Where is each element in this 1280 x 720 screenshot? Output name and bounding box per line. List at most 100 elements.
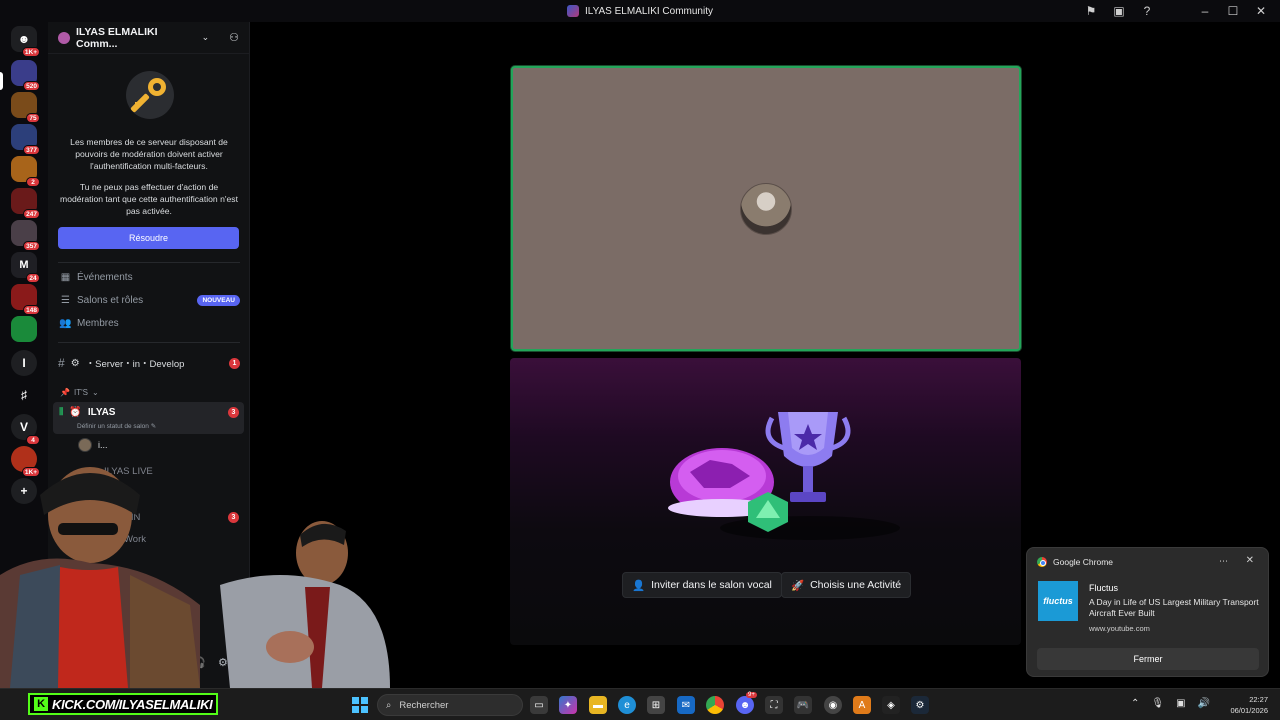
unread-badge: 2 — [26, 177, 40, 187]
system-tray: ⌃ 🎙 ▣ 🔊 — [1131, 698, 1210, 709]
server-icon-10[interactable]: I — [11, 350, 37, 376]
members-item[interactable]: 👥 Membres — [59, 318, 240, 329]
clock[interactable]: 22:27 06/01/2026 — [1230, 694, 1268, 716]
divider — [58, 342, 240, 343]
notification-body: A Day in Life of US Largest Military Tra… — [1089, 597, 1259, 618]
inbox-icon[interactable]: ⛶ — [765, 696, 783, 714]
events-item[interactable]: ▦ Événements — [60, 272, 240, 283]
guild-icon — [58, 31, 70, 44]
pin-icon: 📌 — [60, 388, 70, 397]
rocket-icon: 🚀 — [791, 579, 805, 592]
server-icon-9[interactable] — [11, 316, 37, 342]
hash-icon: # — [58, 356, 65, 370]
server-icon-3[interactable]: 377 — [11, 124, 40, 155]
unread-badge: 377 — [23, 145, 40, 155]
divider — [58, 262, 240, 263]
mail-icon[interactable]: ✉ — [677, 696, 695, 714]
server-icon-8[interactable]: 148 — [11, 284, 40, 315]
search-box[interactable]: ⌕ Rechercher — [377, 694, 523, 716]
microphone-tray-icon[interactable]: 🎙 — [1151, 698, 1164, 709]
notification-title: Fluctus — [1089, 583, 1119, 593]
chrome-notification[interactable]: Google Chrome ⋯ ✕ fluctus Fluctus A Day … — [1026, 547, 1269, 677]
server-icon — [566, 5, 579, 17]
unread-badge: 4 — [26, 435, 40, 445]
copilot-icon[interactable]: ✦ — [559, 696, 577, 714]
server-icon-12[interactable]: V4 — [11, 414, 40, 445]
close-icon[interactable]: ✕ — [1246, 555, 1254, 566]
direct-messages-button[interactable]: ☻ 1K+ — [11, 26, 40, 57]
unread-badge: 357 — [23, 241, 40, 251]
screen-icon[interactable]: ▣ — [1112, 4, 1126, 18]
voice-channel-active[interactable]: ⦀ ⏰ ILYAS 3 Définir un statut de salon ✎ — [53, 402, 244, 434]
server-icon-5[interactable]: 247 — [11, 188, 40, 219]
guild-name: ILYAS ELMALIKI Comm... — [76, 25, 158, 50]
channels-roles-item[interactable]: ☰ Salons et rôles NOUVEAU — [60, 295, 240, 306]
chevron-down-icon: ⌄ — [91, 388, 99, 397]
participant-tile[interactable] — [511, 66, 1021, 351]
epic-icon[interactable]: ◈ — [882, 696, 900, 714]
resolve-button[interactable]: Résoudre — [58, 227, 239, 249]
chevron-down-icon[interactable]: ⌄ — [202, 32, 210, 43]
server-icon-4[interactable]: 2 — [11, 156, 40, 187]
minimize-icon[interactable]: – — [1198, 4, 1212, 18]
close-notification-button[interactable]: Fermer — [1037, 648, 1259, 670]
chrome-taskbar-icon[interactable] — [706, 696, 724, 714]
start-button[interactable] — [352, 697, 368, 713]
edge-icon[interactable]: e — [618, 696, 636, 714]
avatar — [78, 438, 92, 452]
kick-overlay: K KICK.COM/ILYASELMALIKI — [28, 693, 219, 715]
discord-badge: 9+ — [746, 692, 757, 698]
channel-status[interactable]: Définir un statut de salon ✎ — [77, 422, 156, 430]
new-badge: NOUVEAU — [197, 295, 240, 306]
app-a-icon[interactable]: A — [853, 696, 871, 714]
add-person-icon: 👤 — [632, 579, 646, 592]
title-bar: ILYAS ELMALIKI Community ⚑ ▣ ? – ☐ ✕ — [0, 0, 1280, 22]
chevron-up-icon[interactable]: ⌃ — [1131, 698, 1139, 709]
mention-badge: 3 — [228, 407, 239, 418]
file-explorer-icon[interactable]: ▬ — [589, 696, 607, 714]
obs-icon[interactable]: ◉ — [824, 696, 842, 714]
list-icon: ☰ — [61, 295, 70, 306]
server-icon-7[interactable]: M 24 — [11, 252, 40, 283]
speaker-icon: ⦀ — [59, 407, 64, 418]
unread-badge: 148 — [23, 305, 40, 315]
video-thumbnail: fluctus — [1038, 581, 1078, 621]
store-icon[interactable]: ⊞ — [647, 696, 665, 714]
windows-taskbar: K KICK.COM/ILYASELMALIKI ⌕ Rechercher ▭ … — [0, 688, 1280, 720]
channel-server-develop[interactable]: # ⚙ ・Server・in・Develop 1 — [58, 356, 240, 370]
server-icon-11[interactable]: ♯ — [11, 382, 37, 408]
choose-activity-button[interactable]: 🚀 Choisis une Activité — [781, 572, 912, 598]
network-icon[interactable]: ▣ — [1176, 698, 1185, 709]
mfa-notice-text: Les membres de ce serveur disposant de p… — [70, 137, 228, 171]
more-options-icon[interactable]: ⋯ — [1219, 556, 1228, 567]
category-header[interactable]: 📌 IT'S ⌄ — [60, 388, 99, 397]
close-icon[interactable]: ✕ — [1254, 4, 1268, 18]
members-icon: 👥 — [59, 318, 72, 329]
server-icon-6[interactable]: 357 — [11, 220, 40, 251]
unread-badge: 24 — [26, 273, 40, 283]
help-icon[interactable]: ? — [1140, 4, 1154, 18]
game-controller-icon[interactable]: 🎮 — [794, 696, 812, 714]
task-view-icon[interactable]: ▭ — [530, 696, 548, 714]
gear-icon: ⚙ — [70, 357, 80, 369]
webcam-overlay — [0, 467, 390, 688]
voice-user[interactable]: i... — [78, 438, 108, 452]
invite-voice-button[interactable]: 👤 Inviter dans le salon vocal — [622, 572, 782, 598]
guild-header[interactable]: ILYAS ELMALIKI Comm... ⌄ ⚇ — [48, 22, 249, 54]
invite-people-icon[interactable]: ⚇ — [229, 31, 239, 44]
mfa-notice-text-2: Tu ne peux pas effectuer d'action de mod… — [60, 182, 238, 216]
unread-badge: 75 — [26, 113, 40, 123]
inbox-flag-icon[interactable]: ⚑ — [1084, 4, 1098, 18]
activity-tile: 👤 Inviter dans le salon vocal 🚀 Choisis … — [510, 358, 1021, 645]
calendar-icon: ▦ — [60, 272, 71, 283]
steam-icon[interactable]: ⚙ — [911, 696, 929, 714]
key-icon — [126, 71, 174, 119]
server-icon-2[interactable]: 75 — [11, 92, 40, 123]
discord-taskbar-icon[interactable]: ☻ — [736, 696, 754, 714]
maximize-icon[interactable]: ☐ — [1226, 4, 1240, 18]
unread-badge: 1K+ — [21, 47, 40, 57]
selected-pill — [0, 72, 3, 90]
server-icon-1[interactable]: 520 — [11, 60, 40, 91]
volume-icon[interactable]: 🔊 — [1198, 698, 1210, 709]
mention-badge: 1 — [229, 357, 240, 369]
